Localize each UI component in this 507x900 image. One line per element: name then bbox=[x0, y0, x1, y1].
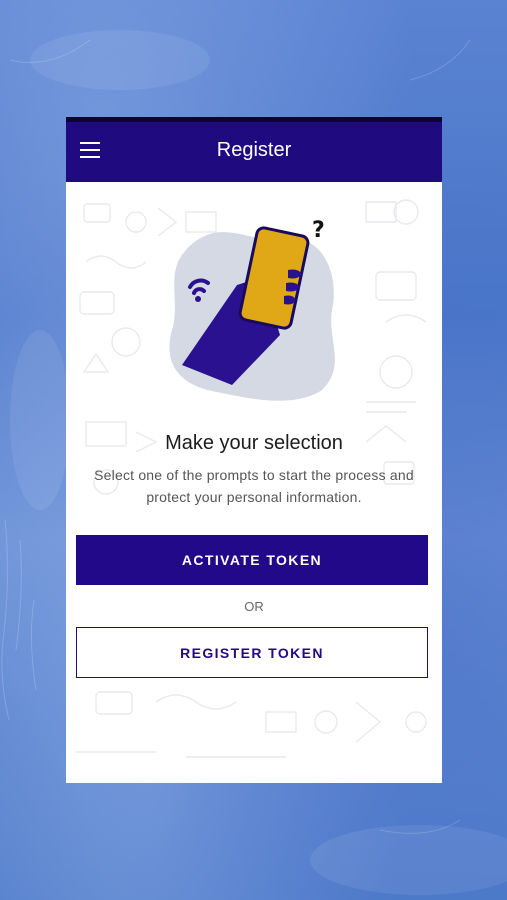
app-bar: Register bbox=[66, 122, 442, 182]
page-title: Register bbox=[216, 139, 292, 161]
register-token-button[interactable]: REGISTER TOKEN bbox=[76, 627, 428, 678]
or-divider: OR bbox=[244, 599, 264, 614]
hand-holding-phone-icon: ? bbox=[169, 218, 335, 401]
selection-description: Select one of the prompts to start the p… bbox=[94, 467, 414, 505]
selection-heading: Make your selection bbox=[165, 432, 343, 454]
app-screen: Register ? Make your selection Select on… bbox=[66, 117, 442, 783]
svg-text:?: ? bbox=[312, 218, 325, 243]
activate-token-button[interactable]: ACTIVATE TOKEN bbox=[76, 535, 428, 585]
